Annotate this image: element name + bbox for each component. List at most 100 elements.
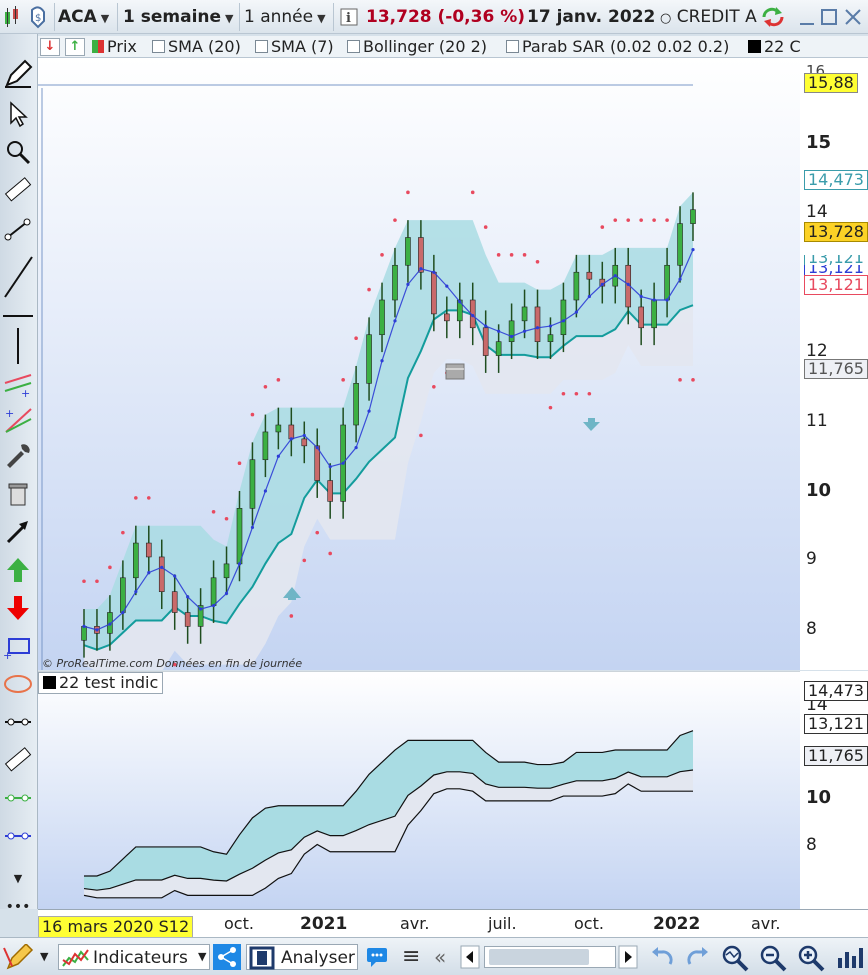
sma-point <box>276 454 280 458</box>
rewind-icon[interactable]: « <box>434 944 454 970</box>
sar-dot <box>600 225 605 229</box>
indicator-prix[interactable]: Prix <box>92 37 148 57</box>
sma-point <box>367 409 371 413</box>
sar-dot <box>146 496 151 500</box>
sma-point <box>354 445 358 450</box>
chevron-down-icon[interactable]: ▼ <box>40 944 48 970</box>
menu-icon[interactable]: ≡ <box>402 944 428 970</box>
ticker-selector[interactable]: ACA ▼ <box>58 4 116 30</box>
pencil-icon[interactable] <box>2 58 34 90</box>
svg-text:+: + <box>3 649 12 661</box>
zoom-icon[interactable] <box>2 136 34 168</box>
sma-point <box>211 603 216 608</box>
indicateurs-button[interactable]: Indicateurs <box>58 944 210 970</box>
sar-dot <box>626 218 631 222</box>
toolbar-icons[interactable]: $ <box>2 4 52 30</box>
undo-icon[interactable] <box>648 944 676 970</box>
calendar-icon <box>445 363 465 380</box>
chart-type-icon[interactable]: $ <box>2 4 52 30</box>
sma-point <box>302 433 306 438</box>
range-selector[interactable]: 1 année ▼ <box>244 4 332 30</box>
interval-selector[interactable]: 1 semaine ▼ <box>123 4 238 30</box>
refresh-icon[interactable] <box>758 4 792 30</box>
tools-icon[interactable] <box>2 440 34 472</box>
window-controls[interactable] <box>796 4 866 30</box>
price-chart[interactable] <box>38 58 800 670</box>
green-arrow-up-icon[interactable] <box>2 554 34 586</box>
sma-point <box>471 314 475 318</box>
indicator-custom[interactable]: 22 C <box>748 37 868 57</box>
sma-point <box>380 359 384 363</box>
rectangle-icon[interactable]: + <box>2 630 34 662</box>
sub-label-mid: 13,121 <box>804 714 868 734</box>
ruler-icon[interactable] <box>2 174 34 206</box>
share-icon[interactable] <box>212 944 242 970</box>
time-scrollbar[interactable] <box>484 946 616 968</box>
fan-icon[interactable]: + <box>2 404 34 436</box>
vertical-line-icon[interactable] <box>2 326 34 366</box>
indicator-parab-sar[interactable]: Parab SAR (0.02 0.02 0.2) <box>506 37 746 57</box>
sma-point <box>587 294 591 299</box>
zoom-in-icon[interactable] <box>796 944 828 972</box>
sar-dot <box>678 378 682 382</box>
comment-icon[interactable] <box>364 944 392 970</box>
sar-dot <box>406 190 410 195</box>
sma-point <box>445 284 449 288</box>
pencil-icon[interactable] <box>2 942 38 970</box>
sma-point <box>134 590 138 594</box>
bar-chart-icon[interactable] <box>834 944 866 970</box>
candle-body <box>223 563 230 579</box>
date-tick-juil: juil. <box>488 914 517 933</box>
sar-dot <box>432 385 436 389</box>
sma-point <box>160 565 164 569</box>
candle-body <box>638 306 644 329</box>
measure-icon[interactable] <box>2 744 34 776</box>
scroll-right-icon[interactable] <box>618 944 638 970</box>
indicator-title[interactable]: 22 test indic <box>38 672 164 694</box>
zoom-out-icon[interactable] <box>758 944 790 972</box>
date-tick-avr2: avr. <box>751 914 781 933</box>
green-line-icon[interactable] <box>2 782 34 814</box>
trash-icon[interactable] <box>2 478 34 510</box>
zoom-fit-icon[interactable] <box>720 944 752 972</box>
sar-dot <box>535 260 540 264</box>
sar-dot <box>121 530 125 535</box>
cursor-icon[interactable] <box>2 98 34 130</box>
price-label-top: 15,88 <box>804 73 858 93</box>
chevron-down-icon[interactable]: ▼ <box>2 870 34 886</box>
more-icon[interactable]: ••• <box>2 899 34 915</box>
red-arrow-down-icon[interactable] <box>2 592 34 624</box>
analyser-button[interactable]: Analyser <box>246 944 358 970</box>
candle-body <box>495 341 502 356</box>
redo-icon[interactable] <box>684 944 712 970</box>
indicator-bar: ↓ ↑ Prix SMA (20) SMA (7) Bollinger (20 … <box>38 36 868 58</box>
scrollbar-thumb[interactable] <box>489 949 589 965</box>
trendline-icon[interactable] <box>2 252 34 302</box>
candle-body <box>327 480 333 502</box>
candle-body <box>158 556 165 592</box>
candle-body <box>508 320 515 342</box>
arrow-line-icon[interactable] <box>2 516 34 548</box>
sma-point <box>393 319 397 323</box>
chevron-down-icon[interactable]: ▼ <box>198 944 206 970</box>
scroll-left-icon[interactable] <box>460 944 480 970</box>
blue-line-icon[interactable] <box>2 820 34 852</box>
candle-body <box>249 459 256 509</box>
candle-body <box>184 612 191 627</box>
indicator-chart[interactable] <box>38 671 800 909</box>
sma-point <box>121 610 125 615</box>
indicator-sma7[interactable]: SMA (7) <box>255 37 343 57</box>
candle-body <box>171 591 178 613</box>
line-segment-icon[interactable] <box>2 706 34 738</box>
sma-point <box>328 465 332 469</box>
info-icon[interactable]: i <box>340 4 360 30</box>
indicator-bollinger[interactable]: Bollinger (20 2) <box>347 37 503 57</box>
arrow-down-icon[interactable]: ↓ <box>40 38 60 56</box>
indicator-sma20[interactable]: SMA (20) <box>152 37 250 57</box>
axis-tick-11: 11 <box>806 411 828 431</box>
arrow-up-icon[interactable]: ↑ <box>65 38 85 56</box>
channel-icon[interactable]: + <box>2 368 34 400</box>
segment-icon[interactable] <box>2 214 34 246</box>
sub-label-lower: 11,765 <box>804 746 868 766</box>
ellipse-icon[interactable] <box>2 668 34 700</box>
